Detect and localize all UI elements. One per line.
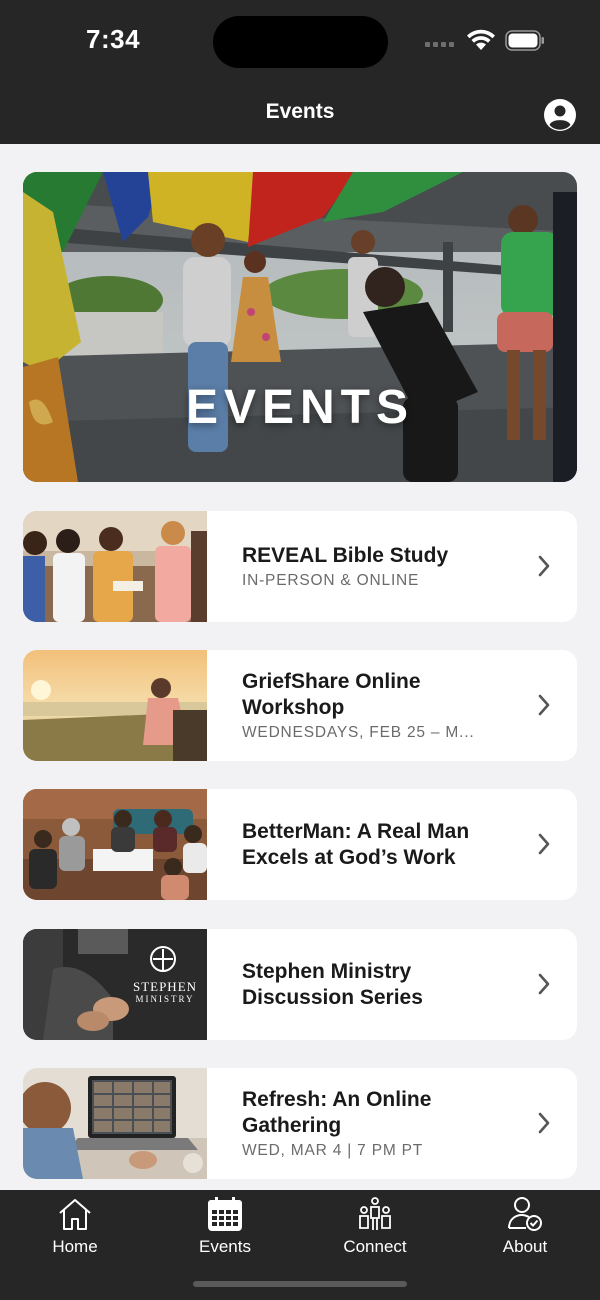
event-subtitle: WEDNESDAYS, FEB 25 – M...	[242, 724, 475, 741]
event-thumbnail	[23, 511, 207, 622]
event-subtitle: IN-PERSON & ONLINE	[242, 572, 420, 589]
cellular-signal-icon	[425, 42, 454, 47]
person-check-icon	[508, 1197, 542, 1231]
hero-title: EVENTS	[185, 381, 415, 434]
event-title: GriefShare Online Workshop	[242, 670, 421, 719]
tab-label: About	[502, 1237, 548, 1256]
event-title: Refresh: An Online Gathering	[242, 1088, 432, 1137]
chevron-right-icon	[538, 833, 550, 855]
event-card-betterman[interactable]: BetterMan: A Real Man Excels at God’s Wo…	[23, 789, 577, 900]
event-thumbnail	[23, 1068, 207, 1179]
event-title: Stephen Ministry Discussion Series	[242, 959, 423, 1009]
battery-icon	[505, 30, 544, 51]
home-icon	[59, 1199, 91, 1230]
calendar-icon	[208, 1197, 242, 1231]
event-thumbnail: STEPHEN MINISTRY	[23, 929, 207, 1040]
event-thumbnail	[23, 650, 207, 761]
stephen-ministry-logo: STEPHEN MINISTRY	[123, 980, 207, 1006]
event-title: REVEAL Bible Study	[242, 544, 449, 567]
event-card-reveal[interactable]: REVEAL Bible Study IN-PERSON & ONLINE	[23, 511, 577, 622]
profile-icon[interactable]	[543, 98, 577, 132]
tab-home[interactable]: Home	[0, 1190, 150, 1270]
tab-label: Events	[199, 1237, 251, 1256]
chevron-right-icon	[538, 694, 550, 716]
tab-about[interactable]: About	[450, 1190, 600, 1270]
people-icon	[359, 1197, 391, 1230]
events-hero-banner[interactable]: EVENTS	[23, 172, 577, 482]
dynamic-island	[213, 16, 388, 68]
page-title: Events	[265, 100, 335, 123]
tab-label: Connect	[343, 1237, 407, 1256]
event-card-refresh[interactable]: Refresh: An Online Gathering WED, MAR 4 …	[23, 1068, 577, 1179]
top-bar: 7:34 Events	[0, 0, 600, 144]
tab-label: Home	[52, 1237, 98, 1256]
event-thumbnail	[23, 789, 207, 900]
hero-photo	[23, 172, 577, 482]
chevron-right-icon	[538, 1112, 550, 1134]
home-indicator[interactable]	[193, 1281, 407, 1287]
event-card-griefshare[interactable]: GriefShare Online Workshop WEDNESDAYS, F…	[23, 650, 577, 761]
tab-events[interactable]: Events	[150, 1190, 300, 1270]
wifi-icon	[467, 29, 495, 50]
event-subtitle: WED, MAR 4 | 7 PM PT	[242, 1142, 424, 1159]
event-card-stephen-ministry[interactable]: STEPHEN MINISTRY Stephen Ministry Discus…	[23, 929, 577, 1040]
event-title: BetterMan: A Real Man Excels at God’s Wo…	[242, 819, 470, 869]
chevron-right-icon	[538, 555, 550, 577]
status-time: 7:34	[86, 24, 141, 54]
chevron-right-icon	[538, 973, 550, 995]
logo-line-2: MINISTRY	[135, 994, 195, 1004]
logo-line-1: STEPHEN	[132, 979, 198, 994]
tab-connect[interactable]: Connect	[300, 1190, 450, 1270]
